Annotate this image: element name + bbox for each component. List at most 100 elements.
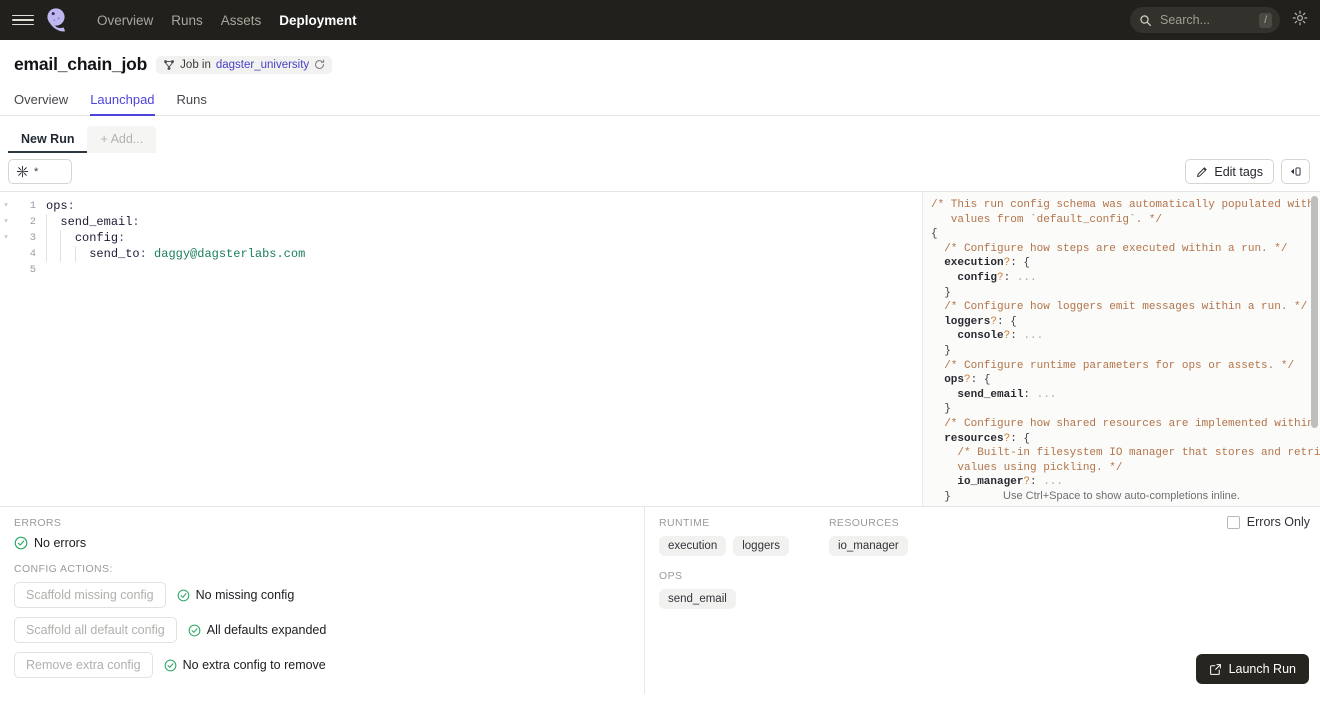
runtime-group: RUNTIME execution loggers: [659, 517, 789, 556]
hamburger-icon[interactable]: [12, 9, 34, 31]
resource-pill[interactable]: io_manager: [828, 536, 908, 556]
config-action-button[interactable]: Scaffold all default config: [14, 617, 177, 643]
search-placeholder: Search...: [1160, 13, 1211, 27]
job-location-badge: Job in dagster_university: [156, 55, 333, 74]
config-action-button[interactable]: Scaffold missing config: [14, 582, 166, 608]
page-title: email_chain_job: [14, 54, 148, 74]
errors-status-row: No errors: [14, 536, 630, 550]
schema-line: /* Built-in filesystem IO manager that s…: [931, 447, 1320, 460]
errors-only-checkbox-box[interactable]: [1226, 515, 1240, 529]
yaml-line[interactable]: [46, 262, 922, 278]
config-action-row: Remove extra config No extra config to re…: [14, 652, 630, 678]
yaml-line[interactable]: send_to: daggy@dagsterlabs.com: [46, 246, 922, 262]
resources-group: RESOURCES io_manager: [828, 517, 908, 556]
line-number: 4: [29, 248, 36, 260]
check-circle-icon: [14, 536, 28, 550]
errors-status-text: No errors: [34, 536, 87, 550]
errors-panel: ERRORS No errors CONFIG ACTIONS: Scaffol…: [0, 507, 645, 694]
errors-heading: ERRORS: [14, 517, 62, 529]
runtime-pill[interactable]: execution: [659, 536, 727, 556]
resources-pills: io_manager: [828, 536, 908, 556]
dagster-logo-icon[interactable]: [42, 5, 72, 35]
fold-marker[interactable]: ▾: [0, 198, 12, 214]
top-navigation-bar: Overview Runs Assets Deployment Search..…: [0, 0, 1320, 40]
nav-link-assets[interactable]: Assets: [212, 13, 271, 28]
line-number: 2: [29, 216, 36, 228]
runtime-pill[interactable]: loggers: [733, 536, 789, 556]
ops-group: OPS send_email: [659, 570, 1306, 609]
fold-marker[interactable]: ▾: [0, 214, 12, 230]
op-selection-icon: [16, 165, 29, 178]
line-number: 5: [29, 264, 36, 276]
schema-scrollbar-thumb[interactable]: [1311, 196, 1318, 428]
schema-line: loggers?: {: [944, 315, 1017, 328]
schema-scrollbar[interactable]: [1311, 196, 1318, 484]
fold-marker[interactable]: [0, 262, 12, 278]
yaml-line[interactable]: config:: [46, 230, 922, 246]
schema-line: io_manager?: ...: [957, 476, 1064, 489]
yaml-line[interactable]: ops:: [46, 198, 922, 214]
op-selection-value: *: [34, 165, 39, 178]
fold-marker[interactable]: ▾: [0, 230, 12, 246]
panel-collapse-icon: [1290, 167, 1301, 176]
tab-overview[interactable]: Overview: [14, 92, 68, 116]
nav-link-deployment[interactable]: Deployment: [270, 13, 365, 28]
config-action-status-text: No extra config to remove: [182, 658, 326, 672]
schema-line: }: [931, 286, 951, 299]
ops-heading: OPS: [659, 570, 683, 582]
config-action-button[interactable]: Remove extra config: [14, 652, 153, 678]
pencil-icon: [1197, 166, 1207, 177]
tab-launchpad[interactable]: Launchpad: [90, 92, 154, 116]
launch-run-label: Launch Run: [1228, 662, 1296, 676]
schema-line: config?: ...: [957, 271, 1037, 284]
search-icon: [1140, 14, 1152, 26]
errors-only-label: Errors Only: [1246, 515, 1310, 529]
check-circle-icon: [188, 624, 201, 636]
schema-line: /* Configure how steps are executed with…: [931, 242, 1288, 255]
schema-line: }: [931, 403, 951, 416]
job-graph-icon: [164, 59, 175, 70]
launch-run-button[interactable]: Launch Run: [1195, 654, 1309, 684]
run-tab-add[interactable]: + Add...: [87, 126, 157, 153]
schema-line: ops?: {: [944, 374, 991, 387]
config-summary-panel: RUNTIME execution loggers RESOURCES io_ma…: [645, 507, 1320, 694]
schema-line: /* Configure how shared resources are im…: [944, 417, 1314, 430]
code-location-link[interactable]: dagster_university: [216, 59, 309, 71]
config-schema-panel[interactable]: /* This run config schema was automatica…: [923, 192, 1320, 506]
config-action-status-text: All defaults expanded: [206, 623, 327, 637]
config-actions-list: Scaffold missing config No missing config…: [14, 582, 630, 678]
nav-link-runs[interactable]: Runs: [162, 13, 212, 28]
yaml-config-editor[interactable]: ▾ ▾ ▾ 12345 ops: send_email: config: send_…: [0, 192, 923, 506]
errors-only-checkbox[interactable]: Errors Only: [1226, 515, 1310, 529]
search-input[interactable]: Search... /: [1130, 7, 1280, 33]
schema-line: resources?: {: [944, 432, 1031, 445]
op-selection-input[interactable]: *: [8, 159, 72, 184]
config-action-status: All defaults expanded: [188, 623, 327, 637]
schema-line: console?: ...: [957, 330, 1044, 343]
ops-pills: send_email: [659, 589, 1306, 609]
run-tab-new-run[interactable]: New Run: [8, 126, 87, 153]
edit-tags-label: Edit tags: [1214, 164, 1263, 179]
op-pill[interactable]: send_email: [659, 589, 736, 609]
config-action-status: No extra config to remove: [164, 658, 326, 672]
schema-lines: /* This run config schema was automatica…: [931, 198, 1320, 504]
schema-line: execution?: {: [944, 257, 1031, 270]
launchpad-editor-region: ▾ ▾ ▾ 12345 ops: send_email: config: send_…: [0, 192, 1320, 507]
gear-icon[interactable]: [1292, 10, 1308, 31]
refresh-icon[interactable]: [314, 59, 325, 70]
schema-line: /* Configure runtime parameters for ops …: [931, 359, 1295, 372]
config-action-row: Scaffold all default config All defaults …: [14, 617, 630, 643]
yaml-line[interactable]: send_email:: [46, 214, 922, 230]
job-header: email_chain_job Job in dagster_universit…: [0, 40, 1320, 75]
fold-gutter: ▾ ▾ ▾: [0, 192, 12, 506]
fold-marker[interactable]: [0, 246, 12, 262]
edit-tags-button[interactable]: Edit tags: [1185, 159, 1274, 184]
toggle-schema-panel-button[interactable]: [1281, 159, 1310, 184]
indent-guide: [60, 230, 62, 262]
yaml-code-content[interactable]: ops: send_email: config: send_to: daggy@…: [36, 192, 922, 506]
launchpad-bottom-region: ERRORS No errors CONFIG ACTIONS: Scaffol…: [0, 507, 1320, 694]
tab-runs[interactable]: Runs: [177, 92, 207, 116]
nav-link-overview[interactable]: Overview: [88, 13, 162, 28]
schema-line: /* This run config schema was automatica…: [931, 199, 1314, 211]
runtime-pills: execution loggers: [659, 536, 789, 556]
